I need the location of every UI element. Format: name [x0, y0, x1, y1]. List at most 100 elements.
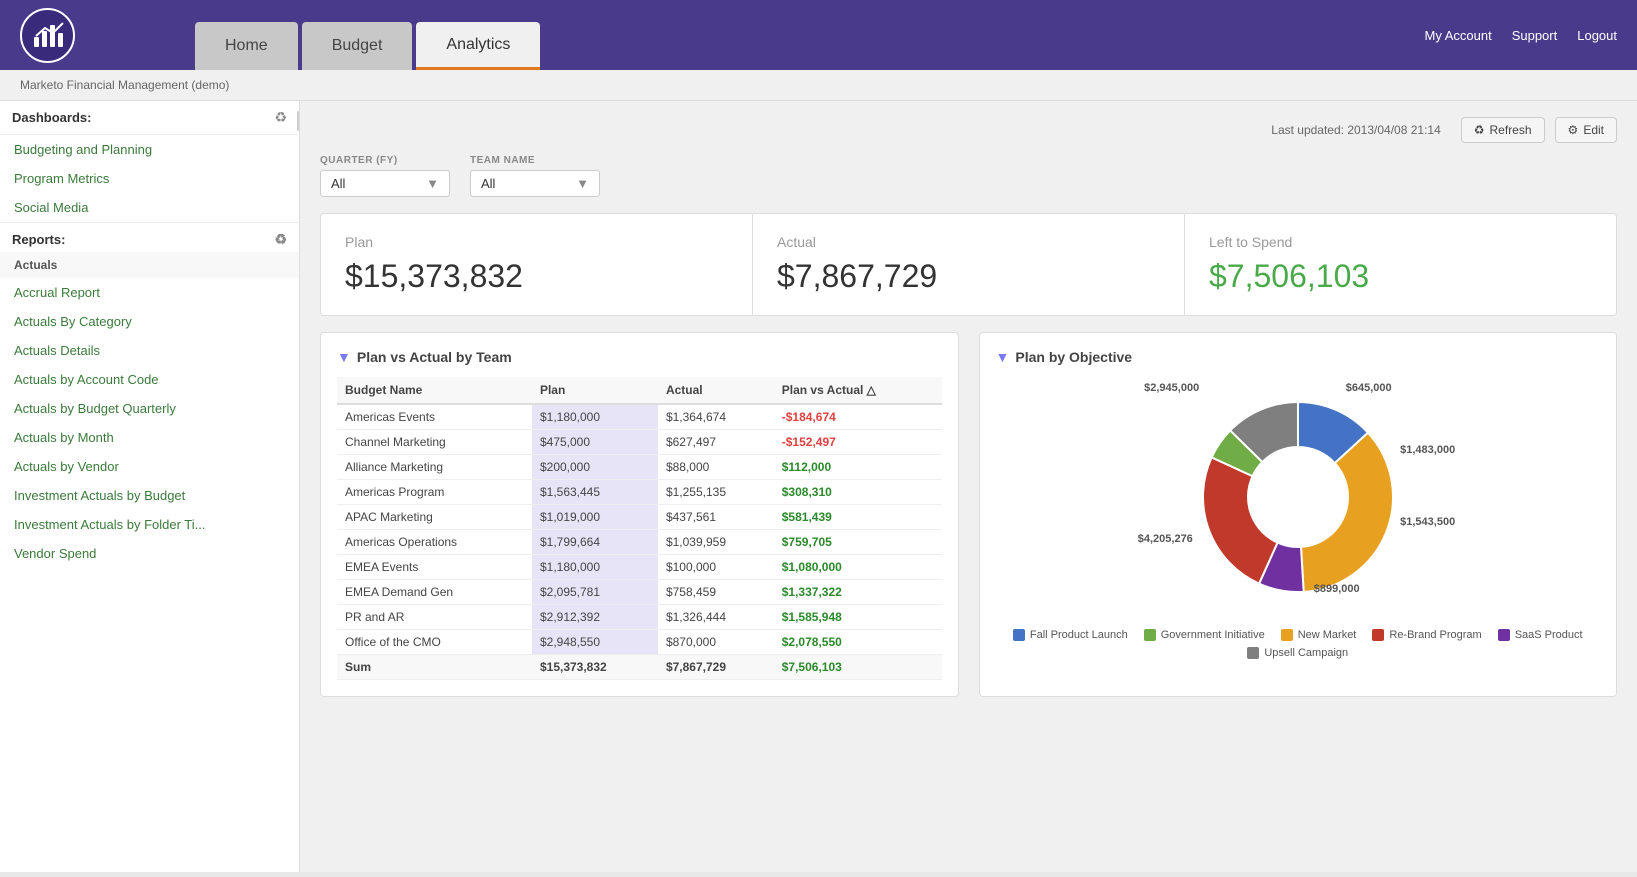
table-row: Office of the CMO $2,948,550 $870,000 $2…	[337, 630, 942, 655]
table-row: EMEA Demand Gen $2,095,781 $758,459 $1,3…	[337, 580, 942, 605]
cell-pva: -$184,674	[774, 404, 942, 430]
edit-label: Edit	[1583, 123, 1604, 137]
cell-pva: $581,439	[774, 505, 942, 530]
sidebar-item-accrual-report[interactable]: Accrual Report	[0, 278, 299, 307]
quarter-filter-arrow: ▼	[426, 176, 439, 191]
cell-name: Alliance Marketing	[337, 455, 532, 480]
dashboards-label: Dashboards:	[12, 110, 91, 125]
cell-plan: $1,799,664	[532, 530, 658, 555]
dashboards-refresh-icon[interactable]: ♻	[274, 109, 287, 126]
sidebar-item-actuals-by-account-code[interactable]: Actuals by Account Code	[0, 365, 299, 394]
sidebar-item-investment-actuals-by-folder[interactable]: Investment Actuals by Folder Ti...	[0, 510, 299, 539]
dashboards-header: Dashboards: ♻	[0, 101, 299, 135]
legend-color	[1247, 647, 1259, 659]
reports-label: Reports:	[12, 232, 65, 247]
refresh-label: Refresh	[1490, 123, 1532, 137]
cell-plan: $1,180,000	[532, 555, 658, 580]
cell-name: EMEA Events	[337, 555, 532, 580]
cell-actual: $1,326,444	[658, 605, 774, 630]
kpi-plan: Plan $15,373,832	[321, 214, 753, 315]
legend-color	[1013, 629, 1025, 641]
cell-sum-name: Sum	[337, 655, 532, 680]
legend-label: SaaS Product	[1515, 629, 1583, 641]
breadcrumb: Marketo Financial Management (demo)	[20, 78, 229, 92]
team-filter-select[interactable]: All ▼	[470, 170, 600, 197]
cell-plan: $475,000	[532, 430, 658, 455]
edit-button[interactable]: ⚙ Edit	[1555, 117, 1617, 143]
quarter-filter-select[interactable]: All ▼	[320, 170, 450, 197]
sidebar-item-budgeting[interactable]: Budgeting and Planning	[0, 135, 299, 164]
sidebar-item-social-media[interactable]: Social Media	[0, 193, 299, 222]
cell-pva: -$152,497	[774, 430, 942, 455]
cell-pva: $112,000	[774, 455, 942, 480]
filter-icon-left: ▼	[337, 349, 351, 365]
cell-actual: $870,000	[658, 630, 774, 655]
top-bar: Last updated: 2013/04/08 21:14 ♻ Refresh…	[320, 117, 1617, 143]
donut-outer-labels: $2,945,000 $645,000 $1,483,000 $1,543,50…	[1138, 377, 1458, 617]
plan-by-objective-section: ▼ Plan by Objective $2,945,000 $645,000	[979, 332, 1618, 697]
cell-name: PR and AR	[337, 605, 532, 630]
sidebar-item-actuals-by-month[interactable]: Actuals by Month	[0, 423, 299, 452]
filters: QUARTER (FY) All ▼ TEAM NAME All ▼	[320, 155, 1617, 197]
quarter-filter-value: All	[331, 176, 345, 191]
nav-analytics[interactable]: Analytics	[416, 22, 540, 70]
table-row: Americas Events $1,180,000 $1,364,674 -$…	[337, 404, 942, 430]
cell-name: Channel Marketing	[337, 430, 532, 455]
sidebar-item-actuals-by-category[interactable]: Actuals By Category	[0, 307, 299, 336]
sidebar-item-program-metrics[interactable]: Program Metrics	[0, 164, 299, 193]
actuals-category: Actuals	[0, 252, 299, 278]
table-row: Americas Program $1,563,445 $1,255,135 $…	[337, 480, 942, 505]
quarter-filter-group: QUARTER (FY) All ▼	[320, 155, 450, 197]
cell-actual: $627,497	[658, 430, 774, 455]
table-row: Channel Marketing $475,000 $627,497 -$15…	[337, 430, 942, 455]
nav-home[interactable]: Home	[195, 22, 298, 70]
cell-sum-pva: $7,506,103	[774, 655, 942, 680]
sidebar-item-vendor-spend[interactable]: Vendor Spend	[0, 539, 299, 568]
col-plan: Plan	[532, 377, 658, 404]
kpi-actual-value: $7,867,729	[777, 258, 1160, 295]
team-filter-label: TEAM NAME	[470, 155, 600, 166]
support-link[interactable]: Support	[1512, 28, 1558, 43]
sidebar-item-actuals-by-vendor[interactable]: Actuals by Vendor	[0, 452, 299, 481]
cell-pva: $1,080,000	[774, 555, 942, 580]
sidebar-collapse-button[interactable]: ◀	[297, 111, 300, 131]
legend-item: New Market	[1281, 629, 1357, 641]
legend-color	[1498, 629, 1510, 641]
legend-label: Government Initiative	[1161, 629, 1265, 641]
reports-header: Reports: ♻	[0, 222, 299, 252]
donut-wrapper: $2,945,000 $645,000 $1,483,000 $1,543,50…	[996, 377, 1601, 617]
sidebar-item-investment-actuals-by-budget[interactable]: Investment Actuals by Budget	[0, 481, 299, 510]
nav-budget[interactable]: Budget	[302, 22, 413, 70]
edit-icon: ⚙	[1568, 123, 1579, 137]
refresh-button[interactable]: ♻ Refresh	[1461, 117, 1545, 143]
cell-name: APAC Marketing	[337, 505, 532, 530]
cell-sum-plan: $15,373,832	[532, 655, 658, 680]
sidebar-item-actuals-details[interactable]: Actuals Details	[0, 336, 299, 365]
reports-refresh-icon[interactable]: ♻	[274, 231, 287, 248]
label-saas: $899,000	[1314, 583, 1360, 595]
legend-label: Fall Product Launch	[1030, 629, 1128, 641]
logo	[20, 8, 75, 63]
kpi-actual: Actual $7,867,729	[753, 214, 1185, 315]
kpi-left-value: $7,506,103	[1209, 258, 1592, 295]
charts-row: ▼ Plan vs Actual by Team Budget Name Pla…	[320, 332, 1617, 697]
legend-item: SaaS Product	[1498, 629, 1583, 641]
cell-actual: $100,000	[658, 555, 774, 580]
cell-name: EMEA Demand Gen	[337, 580, 532, 605]
sidebar-item-actuals-by-budget-quarterly[interactable]: Actuals by Budget Quarterly	[0, 394, 299, 423]
cell-name: Americas Operations	[337, 530, 532, 555]
table-row: PR and AR $2,912,392 $1,326,444 $1,585,9…	[337, 605, 942, 630]
main-layout: ◀ Dashboards: ♻ Budgeting and Planning P…	[0, 101, 1637, 872]
logout-link[interactable]: Logout	[1577, 28, 1617, 43]
header: Home Budget Analytics My Account Support…	[0, 0, 1637, 70]
cell-plan: $200,000	[532, 455, 658, 480]
my-account-link[interactable]: My Account	[1424, 28, 1491, 43]
label-fall: $1,543,500	[1400, 516, 1455, 528]
label-rebrand: $2,945,000	[1144, 382, 1199, 394]
table-row: EMEA Events $1,180,000 $100,000 $1,080,0…	[337, 555, 942, 580]
col-pva[interactable]: Plan vs Actual △	[774, 377, 942, 404]
cell-pva: $2,078,550	[774, 630, 942, 655]
kpi-actual-label: Actual	[777, 234, 1160, 250]
legend-item: Fall Product Launch	[1013, 629, 1128, 641]
cell-actual: $1,039,959	[658, 530, 774, 555]
